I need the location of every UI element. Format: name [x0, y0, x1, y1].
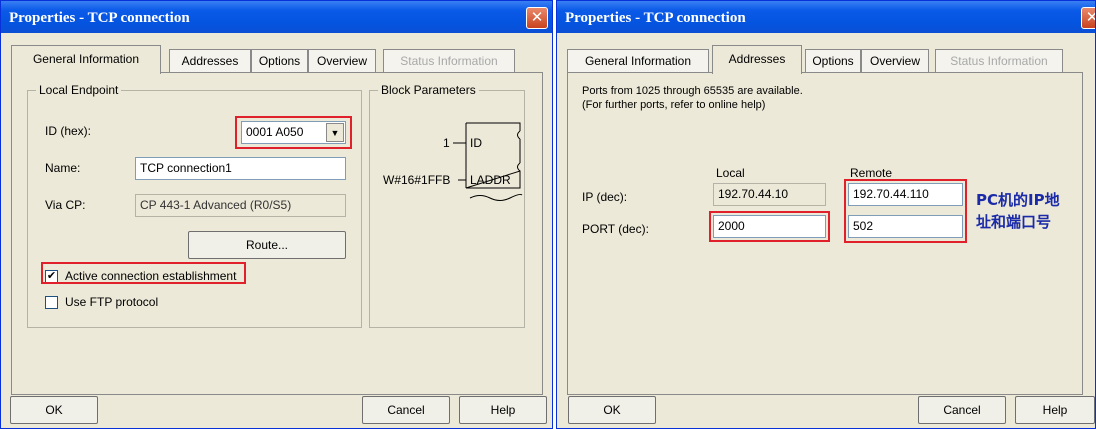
ftp-label: Use FTP protocol: [65, 295, 159, 309]
local-endpoint-title: Local Endpoint: [36, 83, 122, 97]
tab-overview[interactable]: Overview: [861, 49, 929, 73]
name-label: Name:: [45, 161, 81, 175]
laddr-pin-label: LADDR: [470, 173, 511, 187]
addresses-panel: Ports from 1025 through 65535 are availa…: [567, 72, 1083, 395]
tab-status-information: Status Information: [383, 49, 515, 73]
annotation-pc-ip-port: PC机的IP地 址和端口号: [976, 189, 1060, 233]
ports-info-line2: (For further ports, refer to online help…: [582, 99, 766, 111]
block-parameters-title: Block Parameters: [378, 83, 479, 97]
highlight-remote-fields: [844, 179, 967, 243]
name-field[interactable]: TCP connection1: [135, 157, 346, 180]
annotation-line2: 址和端口号: [976, 213, 1052, 231]
local-column-header: Local: [716, 166, 745, 180]
help-button[interactable]: Help: [1015, 396, 1095, 424]
block-parameters-group: Block Parameters 1 ID W#16#1FFB LADDR: [369, 83, 525, 328]
dialog-title: Properties - TCP connection: [557, 1, 1095, 33]
cancel-button[interactable]: Cancel: [362, 396, 450, 424]
tab-overview[interactable]: Overview: [308, 49, 376, 73]
cancel-button[interactable]: Cancel: [918, 396, 1006, 424]
annotation-line1: PC机的IP地: [976, 191, 1060, 209]
id-pin-label: ID: [470, 136, 482, 150]
tab-options[interactable]: Options: [805, 49, 861, 73]
tab-general-information[interactable]: General Information: [11, 45, 161, 74]
local-ip-field: 192.70.44.10: [713, 183, 826, 206]
highlight-id-box: [235, 116, 352, 149]
wavy-line-icon: [469, 193, 523, 201]
close-button[interactable]: ✕: [1081, 7, 1095, 29]
id-label: ID (hex):: [45, 124, 92, 138]
port-label: PORT (dec):: [582, 222, 649, 236]
highlight-local-port: [709, 211, 830, 242]
general-information-panel: Local Endpoint ID (hex): 0001 A050 ▼ Nam…: [11, 72, 543, 395]
ok-button[interactable]: OK: [10, 396, 98, 424]
ports-info-line1: Ports from 1025 through 65535 are availa…: [582, 85, 803, 97]
laddr-input-value: W#16#1FFB: [383, 173, 451, 187]
route-button[interactable]: Route...: [188, 231, 346, 259]
tab-addresses[interactable]: Addresses: [169, 49, 251, 73]
close-button[interactable]: ✕: [526, 7, 548, 29]
tcp-properties-dialog-general: Properties - TCP connection ✕ General In…: [0, 0, 553, 429]
local-endpoint-group: Local Endpoint ID (hex): 0001 A050 ▼ Nam…: [27, 83, 362, 328]
highlight-active-connection: [41, 262, 246, 284]
dialog-title: Properties - TCP connection: [1, 1, 552, 33]
tab-addresses[interactable]: Addresses: [712, 45, 802, 74]
ip-label: IP (dec):: [582, 190, 628, 204]
ok-button[interactable]: OK: [568, 396, 656, 424]
help-button[interactable]: Help: [459, 396, 547, 424]
block-diagram: [453, 122, 523, 201]
ftp-checkbox[interactable]: [45, 296, 58, 309]
remote-column-header: Remote: [850, 166, 893, 180]
tcp-properties-dialog-addresses: Properties - TCP connection ✕ General In…: [556, 0, 1096, 429]
tab-options[interactable]: Options: [251, 49, 308, 73]
id-input-value: 1: [443, 136, 450, 150]
via-cp-field: CP 443-1 Advanced (R0/S5): [135, 194, 346, 217]
via-cp-label: Via CP:: [45, 198, 86, 212]
tab-general-information[interactable]: General Information: [567, 49, 709, 73]
tab-status-information: Status Information: [935, 49, 1063, 73]
